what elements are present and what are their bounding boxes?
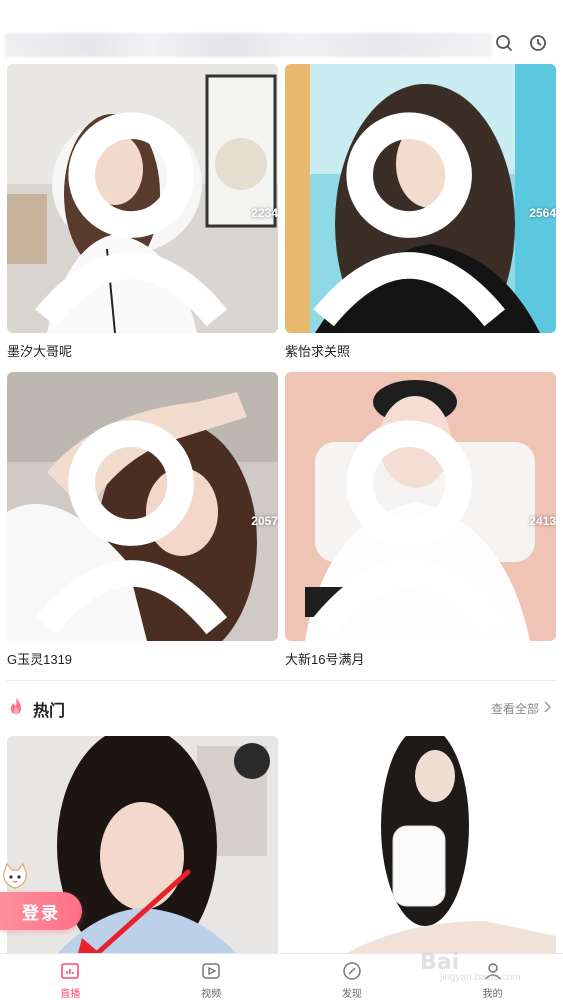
nav-item-discover[interactable]: 发现 — [282, 954, 423, 1000]
viewer-count: 2057 — [17, 407, 278, 635]
streamer-name[interactable]: 紫怡求关照 — [285, 341, 350, 360]
viewer-icon — [313, 112, 506, 327]
history-icon[interactable] — [528, 33, 548, 53]
nav-label: 发现 — [341, 989, 362, 1000]
see-all-link[interactable]: 查看全部 — [491, 700, 539, 717]
viewer-icon — [35, 112, 228, 327]
stream-thumbnail[interactable]: 2234 — [7, 64, 278, 333]
viewer-count: 2234 — [17, 99, 278, 327]
live-icon — [61, 963, 80, 979]
top-bar — [0, 0, 563, 62]
chevron-right-icon[interactable] — [543, 700, 553, 714]
streamer-name[interactable]: G玉灵1319 — [7, 649, 72, 668]
viewer-count-value: 2564 — [529, 205, 556, 220]
fire-icon — [11, 698, 21, 714]
section-divider — [6, 680, 557, 681]
stream-thumbnail[interactable]: 2413 — [285, 372, 556, 641]
streamer-name[interactable]: 大新16号满月 — [285, 649, 364, 668]
cat-mascot-icon — [3, 862, 27, 889]
nav-item-live[interactable]: 直播 — [0, 954, 141, 1000]
nav-label: 视频 — [201, 989, 222, 1000]
login-button[interactable]: 登录 — [0, 892, 82, 930]
viewer-icon — [313, 420, 506, 635]
viewer-count-value: 2234 — [251, 205, 278, 220]
viewer-count-value: 2057 — [251, 513, 278, 528]
viewer-icon — [35, 420, 228, 635]
viewer-count-value: 2413 — [529, 513, 556, 528]
section-title: 热门 — [33, 703, 66, 720]
baidu-watermark-url: jingyan.baidu.com — [440, 972, 521, 983]
login-float[interactable]: 登录 — [0, 862, 84, 942]
nav-label: 直播 — [60, 989, 81, 1000]
viewer-count: 2564 — [295, 99, 556, 327]
viewer-count: 2413 — [295, 407, 556, 635]
video-icon — [202, 963, 220, 979]
nav-item-video[interactable]: 视频 — [141, 954, 282, 1000]
discover-icon — [343, 962, 361, 980]
search-icon[interactable] — [494, 33, 514, 53]
hot-section-header: 热门 查看全部 — [6, 694, 557, 720]
stream-thumbnail[interactable]: 2564 — [285, 64, 556, 333]
search-bar[interactable] — [5, 33, 492, 57]
hot-stream-thumbnail — [285, 736, 556, 954]
hot-stream-card[interactable] — [285, 736, 556, 954]
stream-thumbnail[interactable]: 2057 — [7, 372, 278, 641]
nav-label: 我的 — [482, 989, 503, 1000]
streamer-name[interactable]: 墨汐大哥呢 — [7, 341, 72, 360]
